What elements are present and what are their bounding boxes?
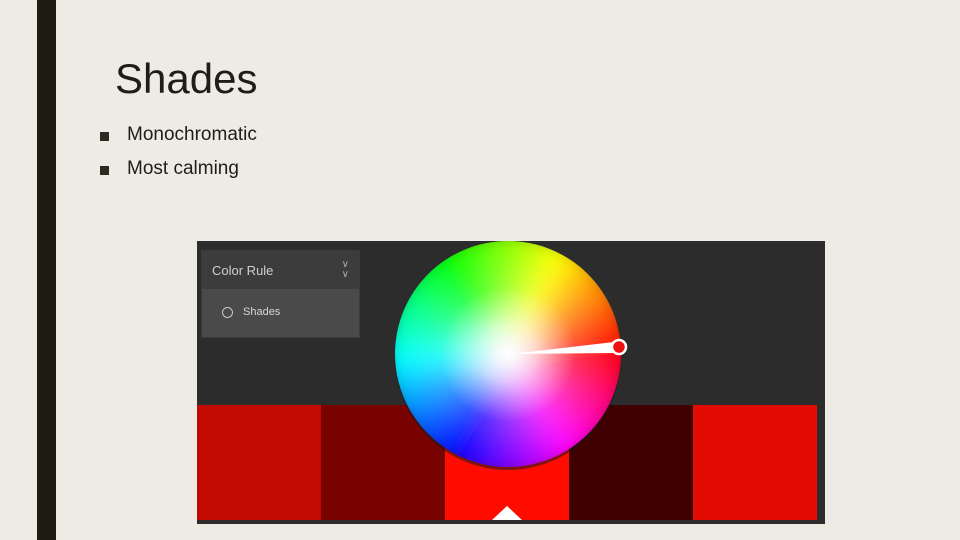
bullet-square-icon: [100, 165, 109, 175]
accent-bar: [37, 0, 56, 540]
color-handle-icon[interactable]: [610, 338, 628, 356]
slide-title: Shades: [115, 55, 258, 102]
color-wheel[interactable]: [197, 241, 825, 524]
bullet-text: Most calming: [127, 158, 239, 179]
bullet-item: Monochromatic: [100, 118, 257, 152]
bullet-item: Most calming: [100, 152, 257, 186]
wheel-hues: [395, 241, 621, 467]
bullet-list: Monochromatic Most calming: [100, 118, 257, 186]
color-tool-screenshot: Color Rule ∨ ∨ Shades: [197, 241, 825, 524]
bullet-square-icon: [100, 131, 109, 141]
bullet-text: Monochromatic: [127, 124, 257, 145]
